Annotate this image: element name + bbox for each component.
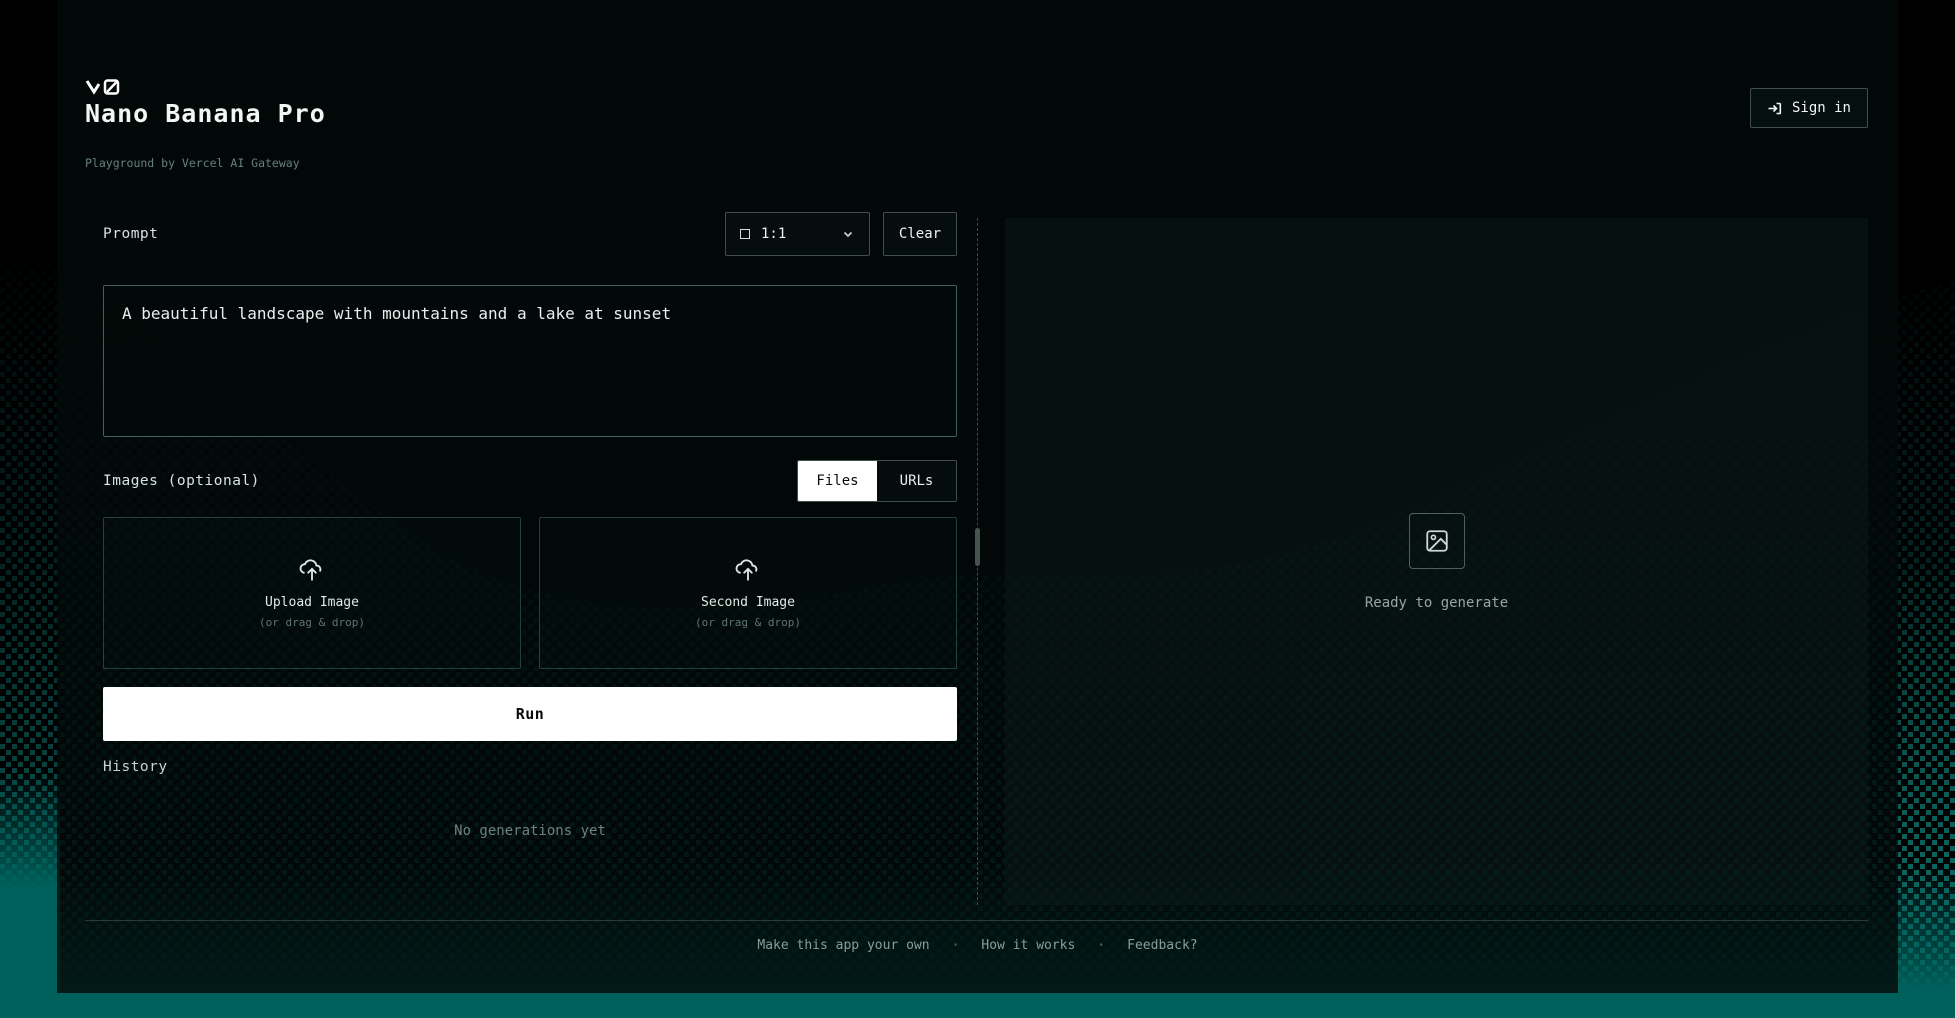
tab-urls[interactable]: URLs bbox=[877, 461, 956, 501]
image-source-toggle: Files URLs bbox=[797, 460, 957, 502]
result-panel: Ready to generate bbox=[1005, 218, 1868, 905]
second-image-dropzone[interactable]: Second Image (or drag & drop) bbox=[539, 517, 957, 669]
app-container: Nano Banana Pro Playground by Vercel AI … bbox=[57, 0, 1898, 993]
upload-slots: Upload Image (or drag & drop) Second Ima… bbox=[103, 517, 957, 669]
footer-link-feedback[interactable]: Feedback? bbox=[1127, 938, 1197, 953]
history-label: History bbox=[103, 759, 957, 775]
run-button[interactable]: Run bbox=[103, 687, 957, 741]
footer: Make this app your own · How it works · … bbox=[57, 938, 1898, 953]
upload-title: Upload Image bbox=[265, 595, 359, 610]
login-icon bbox=[1767, 101, 1782, 116]
page: Nano Banana Pro Playground by Vercel AI … bbox=[0, 0, 1955, 1018]
aspect-ratio-value: 1:1 bbox=[761, 226, 786, 242]
page-subtitle: Playground by Vercel AI Gateway bbox=[85, 156, 300, 170]
cloud-upload-icon bbox=[735, 557, 761, 583]
prompt-input[interactable] bbox=[103, 285, 957, 437]
prompt-controls-row: Prompt 1:1 Clear bbox=[103, 212, 957, 256]
images-label: Images (optional) bbox=[103, 473, 260, 489]
footer-separator: · bbox=[952, 938, 960, 953]
panel-resize-handle[interactable] bbox=[975, 528, 980, 566]
footer-link-how-it-works[interactable]: How it works bbox=[981, 938, 1075, 953]
footer-divider bbox=[85, 920, 1868, 921]
upload-image-dropzone[interactable]: Upload Image (or drag & drop) bbox=[103, 517, 521, 669]
upload-title: Second Image bbox=[701, 595, 795, 610]
history-empty-text: No generations yet bbox=[103, 823, 957, 839]
footer-separator: · bbox=[1097, 938, 1105, 953]
prompt-panel: Prompt 1:1 Clear Images (optional) bbox=[103, 212, 957, 839]
cloud-upload-icon bbox=[299, 557, 325, 583]
page-title: Nano Banana Pro bbox=[85, 99, 326, 128]
image-icon bbox=[1424, 528, 1450, 554]
v0-logo bbox=[85, 78, 123, 96]
prompt-label: Prompt bbox=[103, 226, 158, 242]
sign-in-button[interactable]: Sign in bbox=[1750, 88, 1868, 128]
panel-divider bbox=[977, 218, 978, 905]
footer-link-make-your-own[interactable]: Make this app your own bbox=[757, 938, 929, 953]
square-aspect-icon bbox=[740, 229, 750, 239]
sign-in-label: Sign in bbox=[1792, 100, 1851, 116]
images-controls-row: Images (optional) Files URLs bbox=[103, 459, 957, 503]
tab-files[interactable]: Files bbox=[798, 461, 877, 501]
chevron-down-icon bbox=[841, 227, 855, 241]
result-status-text: Ready to generate bbox=[1365, 595, 1508, 611]
aspect-ratio-select[interactable]: 1:1 bbox=[725, 212, 870, 256]
upload-subtitle: (or drag & drop) bbox=[695, 616, 801, 629]
image-placeholder-frame bbox=[1409, 513, 1465, 569]
upload-subtitle: (or drag & drop) bbox=[259, 616, 365, 629]
clear-button[interactable]: Clear bbox=[883, 212, 957, 256]
